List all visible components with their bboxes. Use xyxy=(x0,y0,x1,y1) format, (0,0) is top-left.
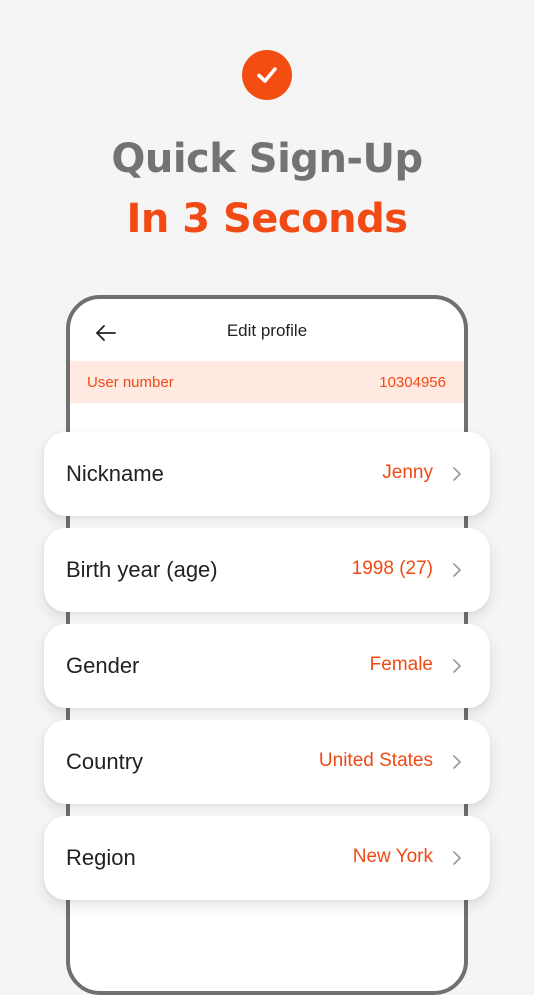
birth-year-label: Birth year (age) xyxy=(66,557,218,582)
nickname-label: Nickname xyxy=(66,461,164,486)
top-bar: Edit profile xyxy=(70,299,464,361)
gender-label: Gender xyxy=(66,653,140,678)
nickname-value: Jenny xyxy=(382,462,433,483)
headline-line2: In 3 Seconds xyxy=(126,196,408,242)
birth-year-row[interactable]: Birth year (age) 1998 (27) xyxy=(44,528,490,612)
country-value: United States xyxy=(318,750,433,771)
region-label: Region xyxy=(66,845,136,870)
gender-value: Female xyxy=(369,654,433,675)
nickname-row[interactable]: Nickname Jenny xyxy=(44,432,490,516)
country-row[interactable]: Country United States xyxy=(44,720,490,804)
country-label: Country xyxy=(66,749,144,774)
check-circle-icon xyxy=(242,50,292,100)
user-number-label: User number xyxy=(87,374,174,391)
chevron-right-icon xyxy=(453,563,461,577)
check-mark-icon xyxy=(257,67,277,83)
user-number-row: User number 10304956 xyxy=(70,361,464,403)
chevron-right-icon xyxy=(453,467,461,481)
birth-year-value: 1998 (27) xyxy=(351,558,433,579)
chevron-right-icon xyxy=(453,755,461,769)
user-number-value: 10304956 xyxy=(379,374,446,391)
chevron-right-icon xyxy=(453,851,461,865)
region-value: New York xyxy=(352,846,433,867)
page-title: Edit profile xyxy=(226,321,308,340)
headline-line1: Quick Sign-Up xyxy=(111,136,423,182)
region-row[interactable]: Region New York xyxy=(44,816,490,900)
chevron-right-icon xyxy=(453,659,461,673)
gender-row[interactable]: Gender Female xyxy=(44,624,490,708)
